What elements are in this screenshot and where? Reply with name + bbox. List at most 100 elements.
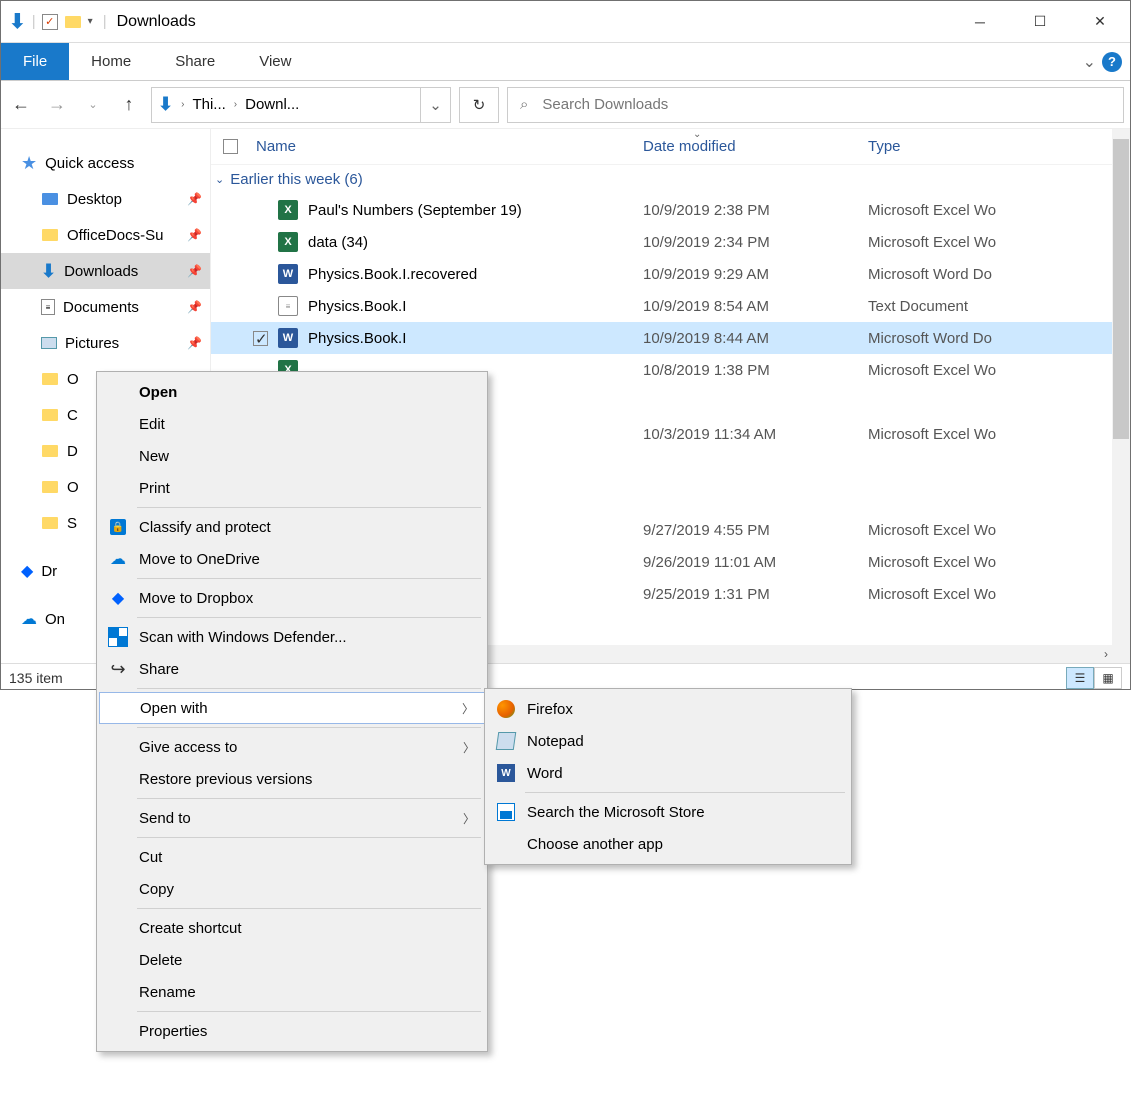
pin-icon: 📌 [187, 264, 202, 278]
text-file-icon: ≡ [278, 296, 298, 316]
refresh-button[interactable]: ↻ [459, 87, 499, 123]
ctx-defender[interactable]: Scan with Windows Defender... [99, 621, 485, 653]
chevron-down-icon: ⌄ [215, 173, 224, 186]
excel-file-icon: X [278, 232, 298, 252]
chevron-right-icon[interactable]: › [179, 99, 186, 110]
ctx-new[interactable]: New [99, 440, 485, 472]
qat-dropdown-icon[interactable]: ▾ [88, 16, 93, 27]
store-icon [497, 803, 515, 821]
ctx-restore[interactable]: Restore previous versions [99, 763, 485, 795]
openwith-notepad[interactable]: Notepad [487, 725, 849, 757]
ctx-cut[interactable]: Cut [99, 841, 485, 873]
home-tab[interactable]: Home [69, 43, 153, 80]
ctx-open-with[interactable]: Open with 〉 [99, 692, 485, 724]
ctx-classify[interactable]: 🔒 Classify and protect [99, 511, 485, 543]
address-bar[interactable]: ⬇ › Thi... › Downl... ⌄ [151, 87, 451, 123]
navigation-row: ← → ⌄ ↑ ⬇ › Thi... › Downl... ⌄ ↻ ⌕ Sear… [1, 81, 1130, 129]
ctx-give-access[interactable]: Give access to 〉 [99, 731, 485, 763]
group-header[interactable]: ⌄ Earlier this week (6) [211, 165, 1130, 194]
folder-icon [41, 406, 59, 424]
share-tab[interactable]: Share [153, 43, 237, 80]
file-type: Microsoft Excel Wo [868, 426, 1130, 443]
ctx-print[interactable]: Print [99, 472, 485, 504]
word-file-icon: W [278, 328, 298, 348]
back-button[interactable]: ← [7, 91, 35, 119]
open-with-submenu: Firefox Notepad W Word Search the Micros… [484, 688, 852, 865]
ctx-move-dropbox[interactable]: ◆ Move to Dropbox [99, 582, 485, 614]
file-type: Microsoft Excel Wo [868, 522, 1130, 539]
file-row[interactable]: XPaul's Numbers (September 19)10/9/2019 … [211, 194, 1130, 226]
onedrive-icon: ☁ [21, 609, 37, 629]
up-button[interactable]: ↑ [115, 91, 143, 119]
close-button[interactable]: ✕ [1070, 1, 1130, 43]
maximize-button[interactable]: ☐ [1010, 1, 1070, 43]
thumbnails-view-button[interactable]: ▦ [1094, 667, 1122, 689]
openwith-word[interactable]: W Word [487, 757, 849, 789]
ctx-delete[interactable]: Delete [99, 944, 485, 976]
scroll-right-icon[interactable]: › [1104, 647, 1108, 661]
file-tab[interactable]: File [1, 43, 69, 80]
folder-icon [41, 442, 59, 460]
download-icon: ⬇ [158, 94, 173, 115]
breadcrumb-seg-1[interactable]: Thi... [186, 96, 231, 113]
nav-downloads[interactable]: ⬇ Downloads 📌 [1, 253, 210, 289]
column-name[interactable]: Name [223, 138, 643, 155]
ctx-copy[interactable]: Copy [99, 873, 485, 905]
search-box[interactable]: ⌕ Search Downloads [507, 87, 1124, 123]
address-dropdown[interactable]: ⌄ [420, 88, 450, 122]
ctx-move-onedrive[interactable]: ☁ Move to OneDrive [99, 543, 485, 575]
recent-dropdown[interactable]: ⌄ [79, 91, 107, 119]
ctx-edit[interactable]: Edit [99, 408, 485, 440]
nav-documents[interactable]: ≡ Documents 📌 [1, 289, 210, 325]
ctx-shortcut[interactable]: Create shortcut [99, 912, 485, 944]
file-type: Text Document [868, 298, 1130, 315]
file-date: 9/25/2019 1:31 PM [643, 586, 868, 603]
nav-desktop[interactable]: Desktop 📌 [1, 181, 210, 217]
file-row[interactable]: ≡Physics.Book.I10/9/2019 8:54 AMText Doc… [211, 290, 1130, 322]
notepad-icon [496, 732, 517, 750]
folder-icon [41, 226, 59, 244]
column-headers: Name ⌄ Date modified Type [211, 129, 1130, 165]
file-row[interactable]: WPhysics.Book.I.recovered10/9/2019 9:29 … [211, 258, 1130, 290]
nav-quick-access[interactable]: ★ Quick access [1, 145, 210, 181]
file-type: Microsoft Excel Wo [868, 234, 1130, 251]
ctx-send-to[interactable]: Send to 〉 [99, 802, 485, 834]
ctx-rename[interactable]: Rename [99, 976, 485, 1008]
file-date: 10/9/2019 2:34 PM [643, 234, 868, 251]
file-row[interactable]: Xdata (34)10/9/2019 2:34 PMMicrosoft Exc… [211, 226, 1130, 258]
column-type[interactable]: Type [868, 138, 1130, 155]
nav-pictures[interactable]: Pictures 📌 [1, 325, 210, 361]
nav-officedocs[interactable]: OfficeDocs-Su 📌 [1, 217, 210, 253]
ribbon-collapse-icon[interactable]: ⌄ [1083, 52, 1096, 72]
onedrive-icon: ☁ [110, 549, 126, 569]
folder-qat-icon [64, 13, 82, 31]
select-all-checkbox[interactable] [223, 139, 238, 154]
properties-qat-icon[interactable]: ✓ [42, 14, 58, 30]
view-tab[interactable]: View [237, 43, 313, 80]
file-name: Physics.Book.I.recovered [308, 266, 477, 283]
row-checkbox[interactable]: ✓ [253, 331, 268, 346]
ctx-properties[interactable]: Properties [99, 1015, 485, 1047]
details-view-button[interactable]: ☰ [1066, 667, 1094, 689]
file-date: 9/27/2019 4:55 PM [643, 522, 868, 539]
chevron-right-icon[interactable]: › [232, 99, 239, 110]
forward-button[interactable]: → [43, 91, 71, 119]
breadcrumb-seg-2[interactable]: Downl... [239, 96, 305, 113]
file-date: 9/26/2019 11:01 AM [643, 554, 868, 571]
pictures-icon [41, 337, 57, 349]
openwith-choose[interactable]: Choose another app [487, 828, 849, 860]
file-date: 10/9/2019 9:29 AM [643, 266, 868, 283]
vertical-scrollbar[interactable] [1112, 129, 1130, 663]
folder-icon [41, 478, 59, 496]
minimize-button[interactable]: ─ [950, 1, 1010, 43]
file-date: 10/8/2019 1:38 PM [643, 362, 868, 379]
file-row[interactable]: ✓WPhysics.Book.I10/9/2019 8:44 AMMicroso… [211, 322, 1130, 354]
ctx-open[interactable]: Open [99, 376, 485, 408]
openwith-store[interactable]: Search the Microsoft Store [487, 796, 849, 828]
help-button[interactable]: ? [1102, 52, 1122, 72]
scrollbar-thumb[interactable] [1113, 139, 1129, 439]
pin-icon: 📌 [187, 336, 202, 350]
column-date[interactable]: ⌄ Date modified [643, 138, 868, 155]
ctx-share[interactable]: ↪ Share [99, 653, 485, 685]
openwith-firefox[interactable]: Firefox [487, 693, 849, 725]
